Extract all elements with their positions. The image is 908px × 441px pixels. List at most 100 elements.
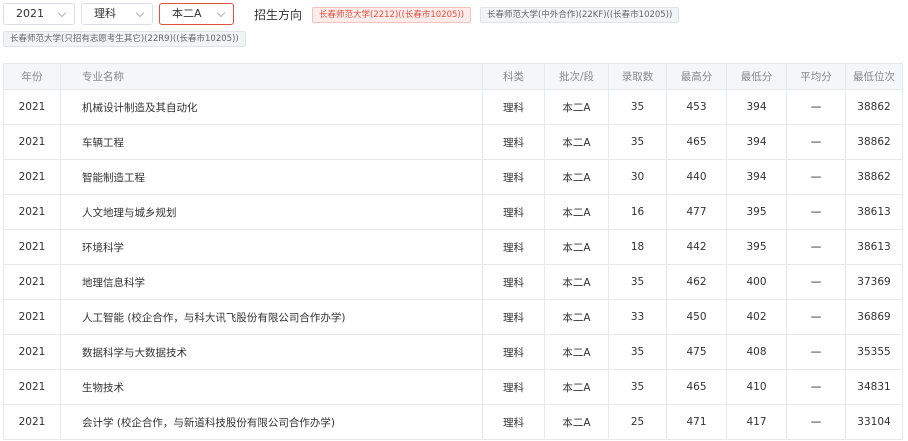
cell-subject: 理科 [482, 194, 545, 230]
cell-batch: 本二A [544, 159, 609, 195]
cell-batch: 本二A [544, 334, 609, 370]
cell-admitted: 18 [608, 229, 667, 265]
cell-subject: 理科 [482, 264, 545, 300]
cell-max-score: 465 [666, 369, 727, 405]
cell-year: 2021 [3, 229, 61, 265]
cell-avg-score: 一 [786, 229, 846, 265]
cell-batch: 本二A [544, 264, 609, 300]
cell-min-rank: 38613 [845, 229, 903, 265]
cell-admitted: 16 [608, 194, 667, 230]
cell-admitted: 35 [608, 334, 667, 370]
cell-subject: 理科 [482, 159, 545, 195]
cell-min-rank: 36869 [845, 299, 903, 335]
batch-select[interactable]: 本二A [159, 3, 234, 25]
cell-year: 2021 [3, 264, 61, 300]
cell-year: 2021 [3, 299, 61, 335]
cell-min-rank: 35355 [845, 334, 903, 370]
cell-admitted: 35 [608, 264, 667, 300]
cell-min-rank: 38862 [845, 159, 903, 195]
direction-tag-2212[interactable]: 长春师范大学(2212)((长春市10205)) [312, 7, 472, 23]
cell-max-score: 450 [666, 299, 727, 335]
chevron-down-icon [57, 8, 67, 18]
cell-min-rank: 38613 [845, 194, 903, 230]
cell-subject: 理科 [482, 124, 545, 160]
table-row: 2021 人工智能 (校企合作，与科大讯飞股份有限公司合作办学) 理科 本二A 33 45… [3, 299, 903, 335]
cell-subject: 理科 [482, 334, 545, 370]
cell-avg-score: 一 [786, 159, 846, 195]
cell-max-score: 440 [666, 159, 727, 195]
header-min-rank: 最低位次 [845, 63, 903, 90]
cell-subject: 理科 [482, 404, 545, 440]
header-avg-score: 平均分 [786, 63, 846, 90]
cell-min-score: 394 [726, 124, 787, 160]
cell-min-rank: 33104 [845, 404, 903, 440]
cell-batch: 本二A [544, 194, 609, 230]
table-row: 2021 环境科学 理科 本二A 18 442 395 一 38613 [3, 229, 903, 265]
cell-batch: 本二A [544, 369, 609, 405]
cell-year: 2021 [3, 369, 61, 405]
cell-admitted: 35 [608, 124, 667, 160]
cell-min-score: 402 [726, 299, 787, 335]
direction-tag-22r9[interactable]: 长春师范大学(只招有志愿考生其它)(22R9)((长春市10205)) [3, 31, 246, 47]
cell-year: 2021 [3, 89, 61, 125]
cell-major: 机械设计制造及其自动化 [60, 89, 483, 125]
cell-max-score: 471 [666, 404, 727, 440]
cell-major: 地理信息科学 [60, 264, 483, 300]
cell-avg-score: 一 [786, 124, 846, 160]
cell-min-score: 395 [726, 229, 787, 265]
cell-admitted: 33 [608, 299, 667, 335]
cell-major: 生物技术 [60, 369, 483, 405]
header-admitted: 录取数 [608, 63, 667, 90]
cell-batch: 本二A [544, 229, 609, 265]
cell-subject: 理科 [482, 229, 545, 265]
cell-min-score: 410 [726, 369, 787, 405]
cell-admitted: 30 [608, 159, 667, 195]
cell-major: 车辆工程 [60, 124, 483, 160]
cell-admitted: 35 [608, 89, 667, 125]
table-row: 2021 人文地理与城乡规划 理科 本二A 16 477 395 一 38613 [3, 194, 903, 230]
table-row: 2021 地理信息科学 理科 本二A 35 462 400 一 37369 [3, 264, 903, 300]
header-subject: 科类 [482, 63, 545, 90]
table-row: 2021 会计学 (校企合作，与新道科技股份有限公司合作办学) 理科 本二A 25 471… [3, 404, 903, 440]
direction-tag-22kf[interactable]: 长春师范大学(中外合作)(22KF)((长春市10205)) [480, 7, 680, 23]
cell-min-rank: 38862 [845, 124, 903, 160]
header-max-score: 最高分 [666, 63, 727, 90]
table-row: 2021 机械设计制造及其自动化 理科 本二A 35 453 394 一 38862 [3, 89, 903, 125]
cell-min-rank: 38862 [845, 89, 903, 125]
cell-year: 2021 [3, 334, 61, 370]
header-batch: 批次/段 [544, 63, 609, 90]
cell-min-score: 417 [726, 404, 787, 440]
cell-year: 2021 [3, 194, 61, 230]
cell-year: 2021 [3, 124, 61, 160]
cell-max-score: 462 [666, 264, 727, 300]
year-select[interactable]: 2021 [3, 3, 75, 25]
subject-select-value: 理科 [94, 7, 116, 20]
chevron-down-icon [216, 8, 226, 18]
batch-select-value: 本二A [172, 7, 202, 20]
cell-admitted: 25 [608, 404, 667, 440]
cell-max-score: 442 [666, 229, 727, 265]
direction-label: 招生方向 [254, 8, 303, 22]
header-major: 专业名称 [60, 63, 483, 90]
subject-select[interactable]: 理科 [81, 3, 153, 25]
cell-major: 数据科学与大数据技术 [60, 334, 483, 370]
cell-batch: 本二A [544, 404, 609, 440]
chevron-down-icon [135, 8, 145, 18]
admission-table: 年份 专业名称 科类 批次/段 录取数 最高分 最低分 平均分 最低位次 202… [3, 63, 903, 440]
cell-admitted: 35 [608, 369, 667, 405]
cell-max-score: 475 [666, 334, 727, 370]
header-year: 年份 [3, 63, 61, 90]
cell-major: 智能制造工程 [60, 159, 483, 195]
cell-min-score: 395 [726, 194, 787, 230]
table-row: 2021 智能制造工程 理科 本二A 30 440 394 一 38862 [3, 159, 903, 195]
cell-major: 环境科学 [60, 229, 483, 265]
table-row: 2021 数据科学与大数据技术 理科 本二A 35 475 408 一 35355 [3, 334, 903, 370]
cell-major: 人文地理与城乡规划 [60, 194, 483, 230]
cell-max-score: 477 [666, 194, 727, 230]
cell-avg-score: 一 [786, 89, 846, 125]
cell-year: 2021 [3, 404, 61, 440]
cell-avg-score: 一 [786, 334, 846, 370]
cell-batch: 本二A [544, 299, 609, 335]
cell-subject: 理科 [482, 299, 545, 335]
cell-avg-score: 一 [786, 404, 846, 440]
